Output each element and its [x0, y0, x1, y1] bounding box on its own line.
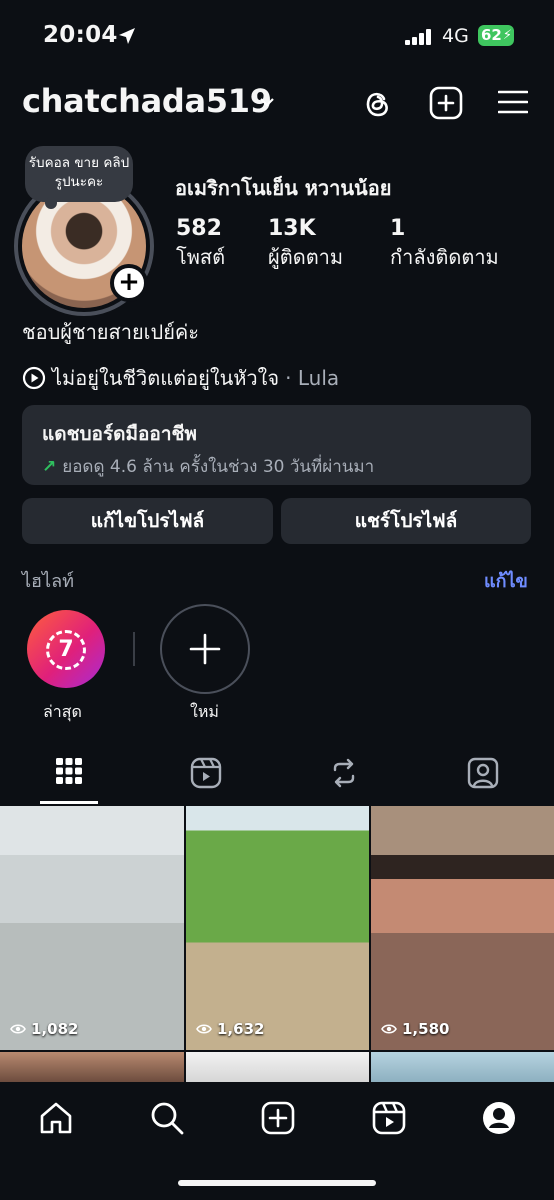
post-thumbnail[interactable]: 1,632 [186, 806, 369, 1050]
threads-icon[interactable] [360, 86, 394, 120]
active-tab-indicator [40, 801, 98, 804]
reels-icon[interactable] [371, 1100, 407, 1136]
eye-icon [196, 1023, 212, 1035]
stat-posts-label: โพสต์ [176, 245, 226, 269]
highlights-title: ไฮไลท์ [22, 571, 74, 592]
dashboard-subtitle: ยอดดู 4.6 ล้าน ครั้งในช่วง 30 วันที่ผ่าน… [62, 457, 375, 477]
chevron-down-icon[interactable] [259, 96, 275, 108]
dashboard-title: แดชบอร์ดมืออาชีพ [42, 423, 197, 445]
signal-icon [405, 29, 433, 45]
stat-following[interactable]: 1 กำลังติดตาม [390, 216, 499, 273]
music-title: ไม่อยู่ในชีวิตแต่อยู่ในหัวใจ [52, 366, 280, 390]
reposts-icon[interactable] [328, 757, 360, 789]
dashboard-subtitle-row: ↗ ยอดดู 4.6 ล้าน ครั้งในช่วง 30 วันที่ผ่… [42, 453, 531, 480]
eye-icon [381, 1023, 397, 1035]
add-story-plus-icon[interactable]: + [110, 264, 148, 302]
new-post-icon[interactable] [429, 86, 463, 120]
highlights-edit-link[interactable]: แก้ไข [484, 566, 528, 595]
post-thumbnail[interactable] [186, 1052, 369, 1082]
view-count: 1,632 [196, 1020, 264, 1038]
stat-followers-value: 13K [268, 216, 316, 241]
play-circle-icon [22, 366, 46, 390]
stat-followers-label: ผู้ติดตาม [268, 245, 344, 269]
post-thumbnail[interactable]: 1,082 [0, 806, 184, 1050]
battery-indicator: 62 ⚡ [478, 25, 514, 46]
highlight-latest-badge: 7 [46, 630, 86, 670]
post-thumbnail[interactable] [0, 1052, 184, 1082]
view-count: 1,580 [381, 1020, 449, 1038]
search-icon[interactable] [149, 1100, 185, 1136]
plus-icon [160, 604, 250, 694]
view-count-value: 1,082 [31, 1020, 79, 1038]
stat-posts-value: 582 [176, 216, 222, 241]
grid-icon[interactable] [55, 757, 83, 785]
charging-icon: ⚡ [502, 28, 512, 43]
view-count-value: 1,580 [402, 1020, 450, 1038]
post-thumbnail[interactable]: 1,580 [371, 806, 554, 1050]
home-icon[interactable] [38, 1100, 74, 1136]
bio-text: ชอบผู้ชายสายเปย์ค่ะ [22, 320, 200, 344]
menu-icon[interactable] [498, 89, 528, 115]
stat-following-label: กำลังติดตาม [390, 245, 499, 269]
highlight-latest-label: ล่าสุด [43, 702, 82, 721]
stat-posts[interactable]: 582 โพสต์ [176, 216, 225, 273]
username[interactable]: chatchada519 [22, 82, 272, 120]
reels-icon[interactable] [190, 757, 222, 789]
profile-music[interactable]: ไม่อยู่ในชีวิตแต่อยู่ในหัวใจ · Lula [22, 362, 339, 394]
stat-followers[interactable]: 13K ผู้ติดตาม [268, 216, 343, 273]
status-time: 20:04 [43, 22, 118, 48]
location-arrow-icon [118, 27, 136, 45]
view-count: 1,082 [10, 1020, 78, 1038]
view-count-value: 1,632 [217, 1020, 265, 1038]
edit-profile-button[interactable]: แก้ไขโปรไฟล์ [22, 498, 273, 544]
post-thumbnail[interactable] [371, 1052, 554, 1082]
eye-icon [10, 1023, 26, 1035]
display-name: อเมริกาโนเย็น หวานน้อย [175, 176, 392, 200]
create-icon[interactable] [260, 1100, 296, 1136]
professional-dashboard[interactable]: แดชบอร์ดมืออาชีพ ↗ ยอดดู 4.6 ล้าน ครั้งใ… [22, 405, 531, 485]
network-type: 4G [442, 25, 469, 47]
home-indicator [178, 1180, 376, 1186]
highlight-divider [133, 632, 135, 666]
music-artist: · Lula [285, 366, 340, 390]
share-profile-button[interactable]: แชร์โปรไฟล์ [281, 498, 531, 544]
tagged-icon[interactable] [467, 757, 499, 789]
battery-level: 62 [481, 26, 502, 44]
note-bubble[interactable]: รับคอล ขาย คลิปรูปนะคะ [25, 146, 133, 209]
trend-up-icon: ↗ [42, 456, 57, 477]
profile-icon[interactable] [481, 1100, 517, 1136]
highlight-new-label: ใหม่ [190, 702, 219, 721]
stat-following-value: 1 [390, 216, 406, 241]
